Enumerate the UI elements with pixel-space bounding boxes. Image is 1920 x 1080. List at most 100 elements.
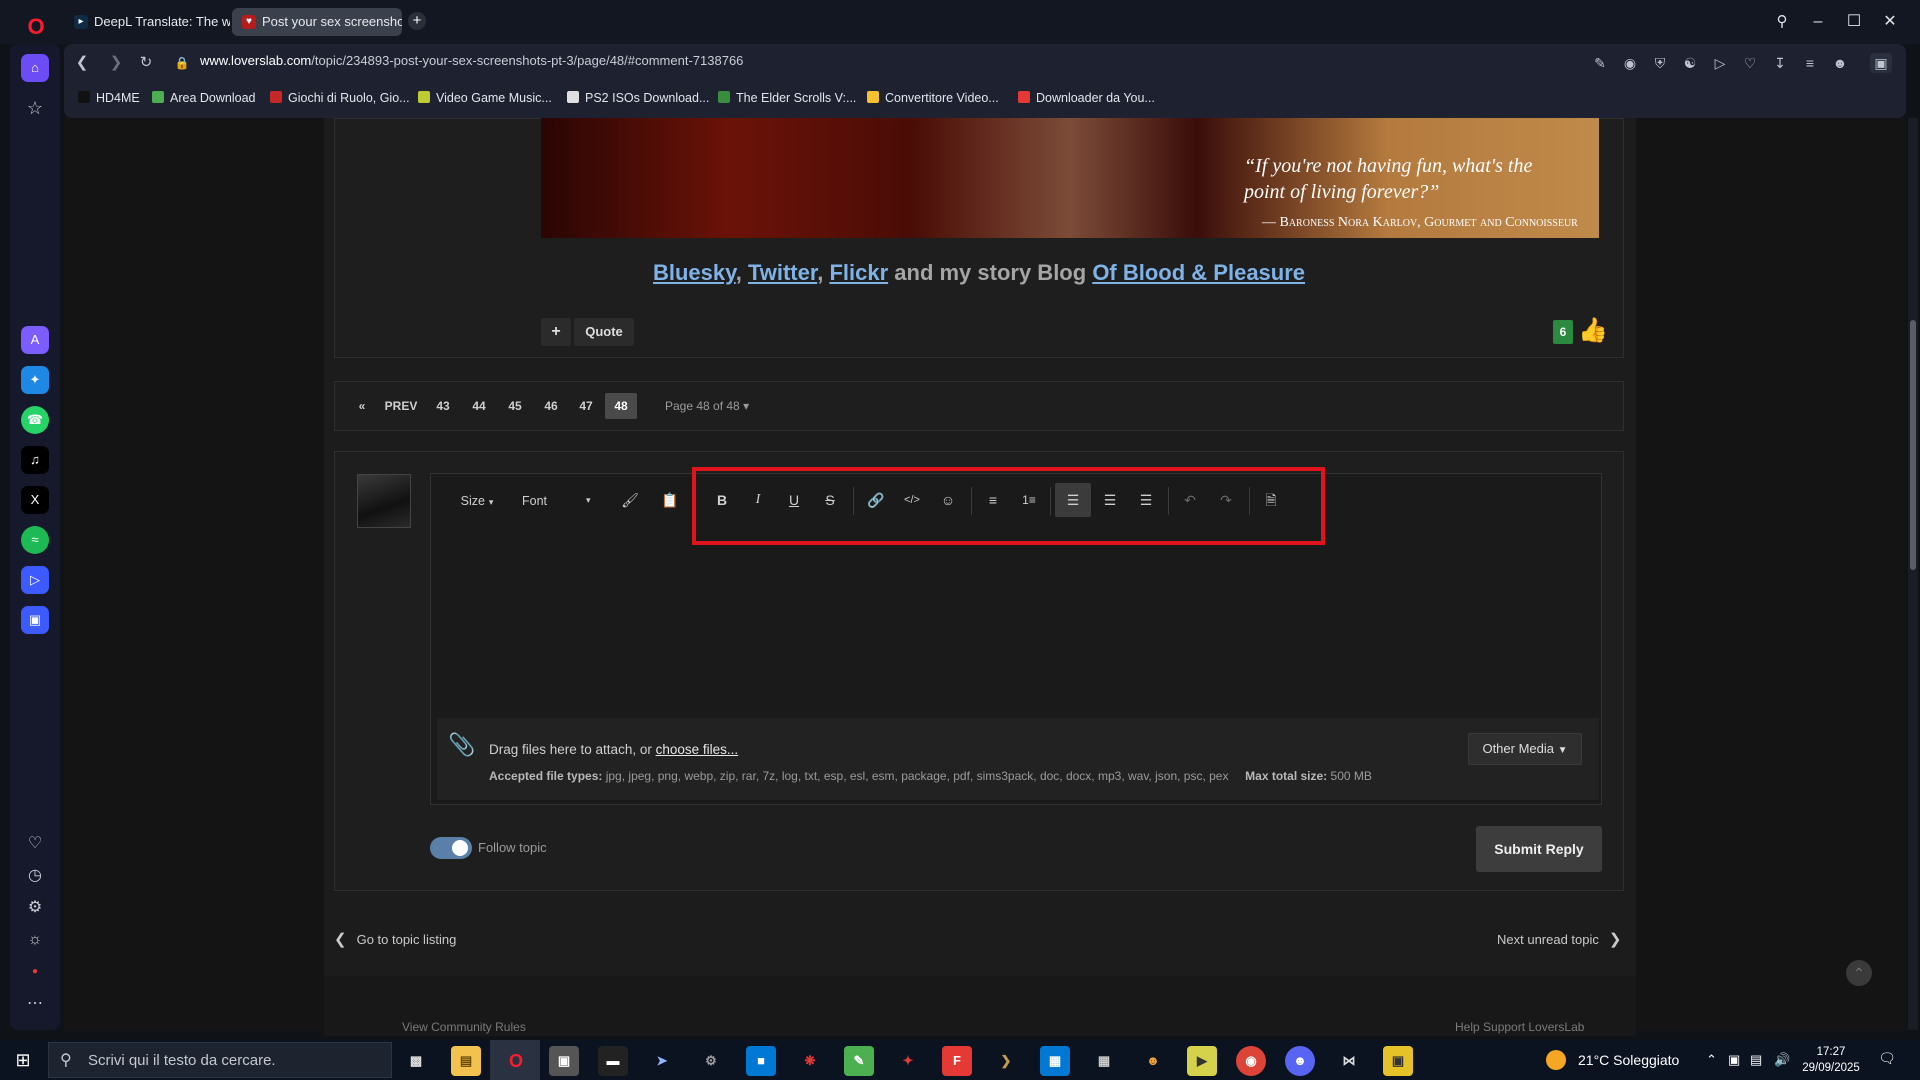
- app-icon[interactable]: ❋: [795, 1046, 825, 1076]
- bookmark-item[interactable]: Convertitore Video...: [867, 91, 999, 105]
- app-icon[interactable]: ▣: [1383, 1046, 1413, 1076]
- first-page-icon[interactable]: «: [352, 393, 372, 419]
- app-icon[interactable]: ▶: [1187, 1046, 1217, 1076]
- maximize-icon[interactable]: ☐: [1839, 10, 1869, 34]
- camera-icon[interactable]: ◉: [1619, 53, 1641, 73]
- prev-page-link[interactable]: PREV: [380, 393, 422, 419]
- choose-files-link[interactable]: choose files...: [656, 742, 739, 757]
- play-icon[interactable]: ▷: [1709, 53, 1731, 73]
- aria-icon[interactable]: A: [21, 326, 49, 354]
- app-icon[interactable]: ✦: [893, 1046, 923, 1076]
- help-support-link[interactable]: Help Support LoversLab: [1455, 1020, 1584, 1034]
- more-icon[interactable]: ⋯: [21, 990, 49, 1018]
- paste-icon[interactable]: 📋: [656, 483, 684, 517]
- app-icon[interactable]: ▣: [549, 1046, 579, 1076]
- file-explorer-icon[interactable]: ▤: [451, 1046, 481, 1076]
- tray-app-icon[interactable]: ▣: [1728, 1052, 1740, 1068]
- app-icon[interactable]: ✎: [844, 1046, 874, 1076]
- page-link[interactable]: 44: [466, 393, 492, 419]
- task-view-icon[interactable]: ▩: [401, 1046, 431, 1076]
- bookmark-item[interactable]: Video Game Music...: [418, 91, 552, 105]
- app-icon[interactable]: F: [942, 1046, 972, 1076]
- submit-reply-button[interactable]: Submit Reply: [1476, 826, 1602, 872]
- network-icon[interactable]: ▤: [1750, 1052, 1762, 1068]
- scrollbar[interactable]: [1908, 118, 1918, 1030]
- url-field[interactable]: www.loverslab.com/topic/234893-post-your…: [200, 53, 743, 68]
- minimize-icon[interactable]: –: [1803, 10, 1833, 34]
- blog-link[interactable]: Of Blood & Pleasure: [1092, 260, 1305, 285]
- home-icon[interactable]: ⌂: [21, 54, 49, 82]
- extensions-icon[interactable]: ▣: [1870, 53, 1892, 73]
- bulb-icon[interactable]: ☼: [21, 926, 49, 954]
- close-icon[interactable]: ✕: [1875, 10, 1905, 34]
- volume-icon[interactable]: 🔊: [1774, 1052, 1790, 1068]
- community-rules-link[interactable]: View Community Rules: [402, 1020, 526, 1034]
- opera-taskbar-icon[interactable]: O: [501, 1046, 531, 1076]
- app-icon[interactable]: ⚙: [696, 1046, 726, 1076]
- next-unread-topic-link[interactable]: Next unread topic ❯: [1497, 930, 1621, 948]
- discord-icon[interactable]: ☻: [1285, 1046, 1315, 1076]
- app-icon[interactable]: ☻: [1138, 1046, 1168, 1076]
- app-icon[interactable]: ▦: [1040, 1046, 1070, 1076]
- weather-sun-icon[interactable]: [1546, 1050, 1566, 1070]
- bookmark-item[interactable]: Downloader da You...: [1018, 91, 1155, 105]
- thumbs-up-icon[interactable]: 👍: [1578, 316, 1608, 346]
- opera-menu-icon[interactable]: O: [14, 10, 58, 44]
- notification-icon[interactable]: 🗨: [1876, 1050, 1898, 1070]
- text-color-icon[interactable]: 🖌: [616, 483, 644, 517]
- edit-icon[interactable]: ✎: [1589, 53, 1611, 73]
- app-icon[interactable]: ➤: [647, 1046, 677, 1076]
- tab-loverslab[interactable]: ♥ Post your sex screenshots: [232, 8, 402, 36]
- windows-start-icon[interactable]: ⊞: [12, 1049, 34, 1071]
- other-media-button[interactable]: Other Media ▼: [1468, 733, 1582, 765]
- scroll-to-top-icon[interactable]: ⌃: [1846, 960, 1872, 986]
- ublock-icon[interactable]: ●: [21, 958, 49, 986]
- page-jump-dropdown[interactable]: Page 48 of 48 ▾: [665, 393, 749, 419]
- back-icon[interactable]: ❮: [70, 51, 94, 75]
- twitter-link[interactable]: Twitter: [748, 260, 817, 285]
- whatsapp-icon[interactable]: ☎: [21, 406, 49, 434]
- tiktok-icon[interactable]: ♫: [21, 446, 49, 474]
- bookmark-item[interactable]: PS2 ISOs Download...: [567, 91, 709, 105]
- profile-icon[interactable]: ☻: [1829, 53, 1851, 73]
- x-icon[interactable]: X: [21, 486, 49, 514]
- quote-button[interactable]: Quote: [574, 318, 634, 346]
- wallet-icon[interactable]: ▣: [21, 606, 49, 634]
- bookmark-item[interactable]: Giochi di Ruolo, Gio...: [270, 91, 410, 105]
- go-to-topic-listing-link[interactable]: ❮ Go to topic listing: [334, 930, 456, 948]
- app-icon[interactable]: ▦: [1089, 1046, 1119, 1076]
- scrollbar-thumb[interactable]: [1910, 320, 1916, 570]
- tab-deepl[interactable]: ▸ DeepL Translate: The worl: [64, 8, 230, 36]
- app-icon[interactable]: ■: [746, 1046, 776, 1076]
- weather-text[interactable]: 21°C Soleggiato: [1578, 1052, 1679, 1068]
- translate-icon[interactable]: ☯: [1679, 53, 1701, 73]
- bookmark-item[interactable]: Area Download: [152, 91, 255, 105]
- chrome-icon[interactable]: ◉: [1236, 1046, 1266, 1076]
- bookmark-item[interactable]: HD4ME: [78, 91, 140, 105]
- history-icon[interactable]: ◷: [21, 862, 49, 890]
- page-link[interactable]: 46: [538, 393, 564, 419]
- app-icon[interactable]: ▬: [598, 1046, 628, 1076]
- search-tabs-icon[interactable]: ⚲: [1767, 10, 1797, 34]
- spotify-icon[interactable]: ≈: [21, 526, 49, 554]
- bookmark-item[interactable]: The Elder Scrolls V:...: [718, 91, 856, 105]
- attachment-dropzone[interactable]: [437, 718, 1599, 800]
- flickr-link[interactable]: Flickr: [829, 260, 888, 285]
- new-tab-button[interactable]: +: [408, 12, 426, 30]
- messenger-icon[interactable]: ✦: [21, 366, 49, 394]
- heart-outline-icon[interactable]: ♡: [1739, 53, 1761, 73]
- settings-icon[interactable]: ⚙: [21, 894, 49, 922]
- menu-icon[interactable]: ≡: [1799, 53, 1821, 73]
- size-dropdown[interactable]: Size ▾: [452, 483, 502, 517]
- clock[interactable]: 17:27 29/09/2025: [1800, 1044, 1862, 1076]
- font-dropdown[interactable]: Font ▾: [522, 483, 602, 517]
- reload-icon[interactable]: ↻: [134, 51, 158, 75]
- page-link[interactable]: 45: [502, 393, 528, 419]
- app-icon[interactable]: ❯: [991, 1046, 1021, 1076]
- multiquote-button[interactable]: +: [541, 318, 571, 346]
- heart-icon[interactable]: ♡: [21, 830, 49, 858]
- star-icon[interactable]: ☆: [21, 94, 49, 122]
- bluesky-link[interactable]: Bluesky: [653, 260, 736, 285]
- shield-icon[interactable]: ⛨: [1649, 53, 1671, 73]
- app-icon[interactable]: ⋈: [1334, 1046, 1364, 1076]
